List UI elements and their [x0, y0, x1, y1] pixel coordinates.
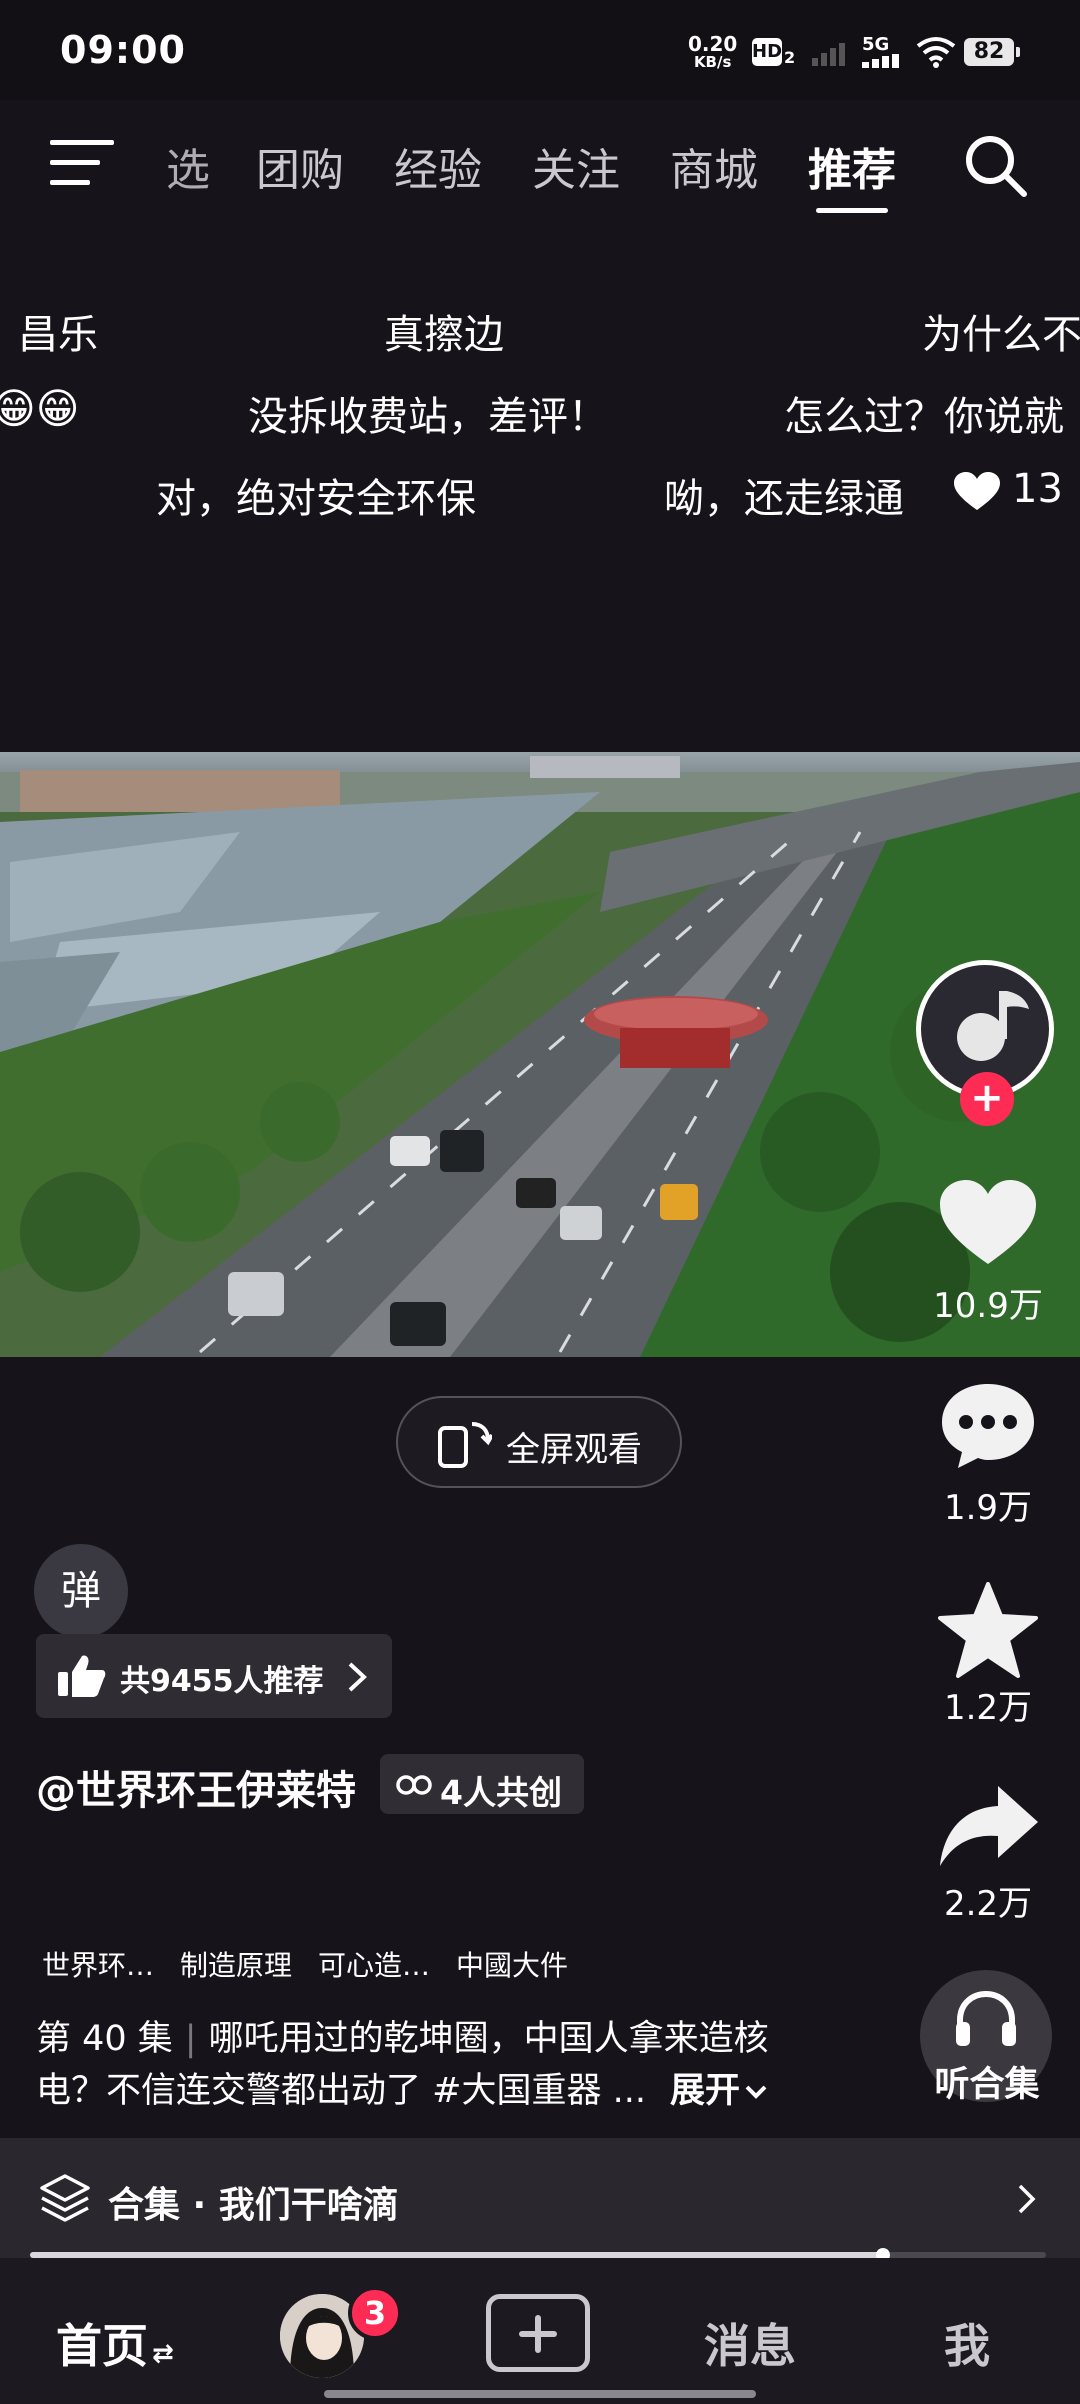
network-type: 5G: [862, 34, 890, 55]
thumbs-up-icon: [58, 1655, 106, 1697]
net-speed: 0.20 KB/s: [688, 34, 737, 70]
like-count: 10.9万: [933, 1286, 1043, 1326]
heart-icon: [954, 472, 1000, 510]
chevron-down-icon: [745, 2085, 767, 2099]
tag-chip[interactable]: 世界环…: [42, 1944, 154, 1984]
chevron-right-icon: [348, 1662, 367, 1692]
tab-following[interactable]: 关注: [532, 134, 620, 198]
battery-level: 82: [973, 39, 1005, 64]
danmaku-comment: 真擦边: [384, 312, 504, 358]
danmaku-comment: 对，绝对安全环保: [156, 476, 476, 522]
danmaku-comment: 没拆收费站，差评！: [248, 394, 608, 440]
status-time: 09:00: [60, 28, 186, 72]
danmaku-emoji: 😁😁: [0, 384, 80, 433]
description-line-2: 电？不信连交警都出动了 #大国重器 ...: [36, 2071, 646, 2111]
nav-home[interactable]: 首页 ⇄: [56, 2310, 174, 2376]
fullscreen-label: 全屏观看: [506, 1430, 642, 1470]
create-button[interactable]: [486, 2294, 590, 2372]
video-player[interactable]: [0, 752, 1080, 1357]
menu-icon[interactable]: [50, 138, 116, 188]
nav-home-label: 首页: [56, 2319, 148, 2373]
description-line-1: 第 40 集 | 哪吒用过的乾坤圈，中国人拿来造核: [36, 2014, 916, 2064]
home-indicator: [324, 2390, 756, 2398]
battery-indicator: 82: [964, 38, 1020, 66]
plus-icon: [519, 2315, 557, 2353]
rotate-screen-icon: [438, 1422, 492, 1468]
comment-icon[interactable]: [940, 1380, 1036, 1470]
tab-mall[interactable]: 商城: [670, 134, 758, 198]
cocreate-label: 4人共创: [440, 1773, 562, 1812]
description-text: 哪吒用过的乾坤圈，中国人拿来造核: [208, 2019, 769, 2059]
hd-sub: 2: [784, 48, 796, 67]
chevron-right-icon: [1018, 2184, 1036, 2214]
notification-badge: 3: [348, 2286, 402, 2340]
danmaku-comment: 为什么不: [922, 312, 1080, 358]
search-icon[interactable]: [962, 132, 1030, 200]
cocreate-chip[interactable]: 4人共创: [380, 1754, 584, 1814]
tag-chip[interactable]: 制造原理: [180, 1944, 292, 1984]
tab-recommend[interactable]: 推荐: [808, 134, 896, 198]
net-speed-unit: KB/s: [693, 53, 732, 71]
danmaku-comment: 昌乐: [18, 312, 98, 358]
recommend-count: 共9455人推荐: [120, 1664, 324, 1699]
collection-label: 合集 · 我们干啥滴: [108, 2185, 399, 2226]
signal-icon: [862, 54, 899, 68]
danmaku-like-count: 13: [1012, 466, 1063, 512]
collection-bar[interactable]: 合集 · 我们干啥滴: [0, 2138, 1080, 2258]
hd-label: HD: [752, 41, 783, 62]
wifi-icon: [916, 37, 956, 68]
active-tab-indicator: [816, 208, 888, 213]
headphones-icon: [956, 1990, 1016, 2046]
tab-experience[interactable]: 经验: [394, 134, 482, 198]
comment-count: 1.9万: [943, 1488, 1033, 1528]
hd-voice-icon: HD: [752, 38, 782, 66]
tag-chip[interactable]: 可心造…: [318, 1944, 430, 1984]
nav-messages[interactable]: 消息: [704, 2310, 796, 2376]
like-icon[interactable]: [940, 1180, 1036, 1268]
author-name[interactable]: @世界环王伊莱特: [36, 1758, 356, 1816]
share-icon[interactable]: [938, 1784, 1040, 1868]
listen-collection-label: 听合集: [934, 2065, 1040, 2105]
fullscreen-button[interactable]: 全屏观看: [396, 1396, 682, 1488]
expand-label: 展开: [670, 2071, 741, 2111]
danmaku-comment: 怎么过？你说就: [784, 394, 1064, 440]
favorite-count: 1.2万: [943, 1688, 1033, 1728]
episode-label: 第 40 集: [36, 2019, 173, 2059]
danmaku-toggle[interactable]: 弹: [34, 1544, 128, 1638]
expand-button[interactable]: 展开: [670, 2066, 768, 2116]
follow-button[interactable]: +: [960, 1072, 1014, 1126]
tag-chip[interactable]: 中國大件: [456, 1944, 568, 1984]
recommend-count-chip[interactable]: 共9455人推荐: [36, 1634, 392, 1718]
link-icon: [396, 1775, 432, 1795]
tab-group-buy[interactable]: 团购: [256, 134, 344, 198]
signal-weak-icon: [812, 43, 845, 66]
divider: |: [184, 2019, 197, 2059]
share-count: 2.2万: [943, 1884, 1033, 1924]
danmaku-comment: 呦，还走绿通: [664, 476, 904, 522]
tab-featured[interactable]: 选: [166, 134, 210, 198]
switch-icon: ⇄: [152, 2339, 174, 2369]
net-speed-value: 0.20: [688, 32, 738, 56]
nav-me[interactable]: 我: [944, 2310, 990, 2376]
layers-icon: [40, 2174, 90, 2222]
favorite-star-icon[interactable]: [938, 1582, 1038, 1678]
